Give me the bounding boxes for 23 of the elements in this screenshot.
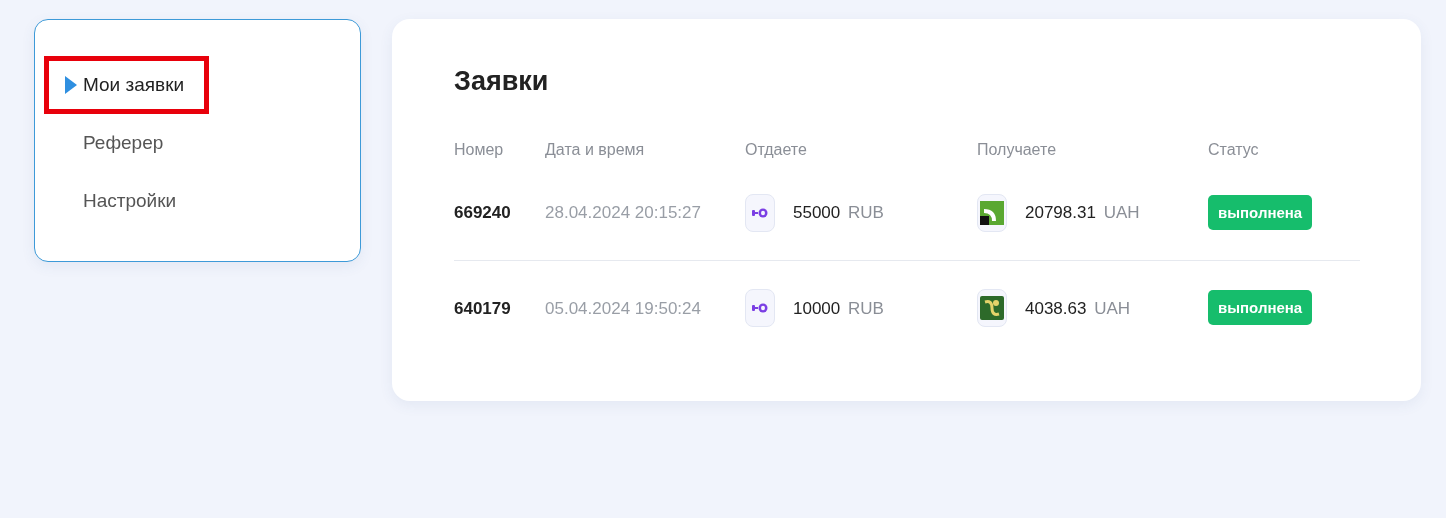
bank-logo-icon xyxy=(980,296,1004,321)
bank-logo-icon xyxy=(980,200,1004,225)
amount-text: 55000 RUB xyxy=(793,202,884,225)
section-title: Заявки xyxy=(454,65,550,98)
amount-text: 10000 RUB xyxy=(793,297,884,320)
sidebar-link[interactable]: Мои заявки xyxy=(44,55,210,115)
order-date: 28.04.2024 20:15:27 xyxy=(545,202,702,225)
column-header: Номер xyxy=(454,140,505,161)
order-date: 05.04.2024 19:50:24 xyxy=(545,297,702,320)
amount-text: 20798.31 UAH xyxy=(1025,202,1140,225)
column-header: Статус xyxy=(1208,140,1260,161)
status-label: выполнена xyxy=(1208,290,1313,326)
column-header: Отдаете xyxy=(745,140,808,161)
sidebar-link[interactable]: Настройки xyxy=(44,171,202,231)
amount-text: 4038.63 UAH xyxy=(1025,297,1131,320)
column-header: Дата и время xyxy=(545,140,646,161)
wallet-logo-icon xyxy=(752,207,768,218)
wallet-logo-icon xyxy=(752,303,768,314)
order-number: 669240 xyxy=(454,202,512,225)
status-label: выполнена xyxy=(1208,194,1313,230)
column-header: Получаете xyxy=(977,140,1058,161)
sidebar-link[interactable]: Реферер xyxy=(44,113,189,173)
order-number: 640179 xyxy=(454,297,512,320)
